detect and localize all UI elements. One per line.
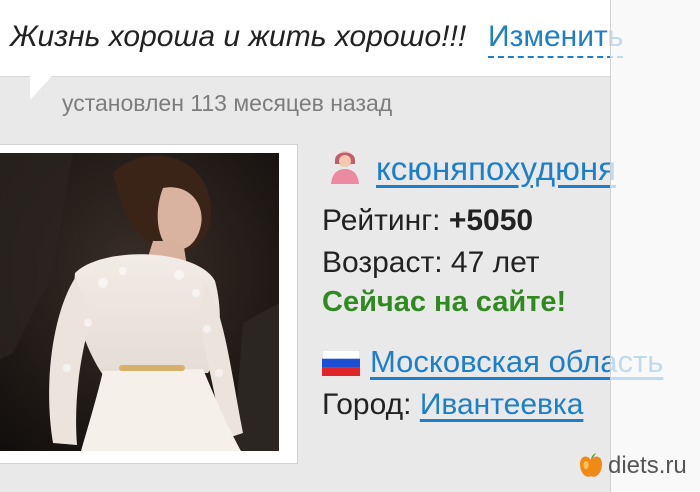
profile-photo-image bbox=[0, 153, 279, 451]
profile-age: Возраст: 47 лет bbox=[322, 246, 540, 279]
online-status: Сейчас на сайте! bbox=[322, 286, 567, 318]
russia-flag-icon bbox=[322, 350, 360, 376]
apple-logo-icon bbox=[580, 453, 602, 477]
status-box: Жизнь хороша и жить хорошо!!! Изменить bbox=[0, 0, 624, 77]
profile-rating: Рейтинг: +5050 bbox=[322, 204, 533, 238]
rating-label: Рейтинг: bbox=[322, 204, 449, 237]
city-label: Город: bbox=[322, 388, 420, 421]
site-watermark: diets.ru bbox=[578, 450, 687, 482]
profile-photo[interactable] bbox=[0, 153, 279, 451]
watermark-text: diets.ru bbox=[608, 452, 687, 479]
right-fade-panel bbox=[610, 0, 700, 492]
status-text: Жизнь хороша и жить хорошо!!! bbox=[10, 20, 467, 53]
profile-city-link[interactable]: Ивантеевка bbox=[420, 388, 584, 421]
rating-value: +5050 bbox=[448, 204, 534, 237]
profile-city: Город: Ивантеевка bbox=[322, 388, 583, 422]
status-bubble-tail bbox=[30, 76, 52, 100]
edit-status-link[interactable]: Изменить bbox=[488, 20, 624, 58]
female-user-icon bbox=[331, 151, 359, 184]
status-installed-time: установлен 113 месяцев назад bbox=[62, 90, 393, 116]
profile-username-link[interactable]: ксюняпохудюня bbox=[376, 150, 616, 188]
profile-photo-frame bbox=[0, 144, 298, 464]
